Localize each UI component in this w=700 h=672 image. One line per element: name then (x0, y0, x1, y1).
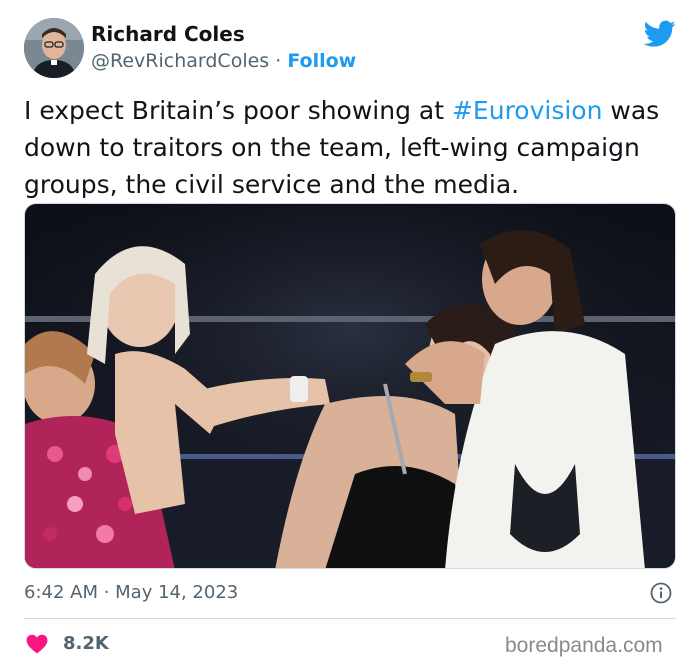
hashtag-link[interactable]: #Eurovision (452, 96, 602, 125)
tweet-text-before: I expect Britain’s poor showing at (24, 96, 452, 125)
divider (24, 618, 676, 619)
watermark: boredpanda.com (505, 634, 663, 657)
twitter-bird-icon[interactable] (644, 20, 676, 48)
tweet-text: I expect Britain’s poor showing at #Euro… (24, 92, 676, 203)
tweet-photo[interactable] (24, 203, 676, 569)
separator: · (275, 50, 282, 72)
like-count[interactable]: 8.2K (63, 633, 109, 654)
author-handle-row: @RevRichardColes · Follow (91, 50, 356, 72)
follow-button[interactable]: Follow (287, 50, 356, 72)
author-handle[interactable]: @RevRichardColes (91, 50, 269, 72)
info-icon[interactable] (650, 582, 672, 604)
avatar[interactable] (24, 18, 84, 78)
author-name[interactable]: Richard Coles (91, 22, 245, 46)
tweet-timestamp[interactable]: 6:42 AM · May 14, 2023 (24, 582, 238, 603)
heart-icon[interactable] (26, 634, 48, 654)
